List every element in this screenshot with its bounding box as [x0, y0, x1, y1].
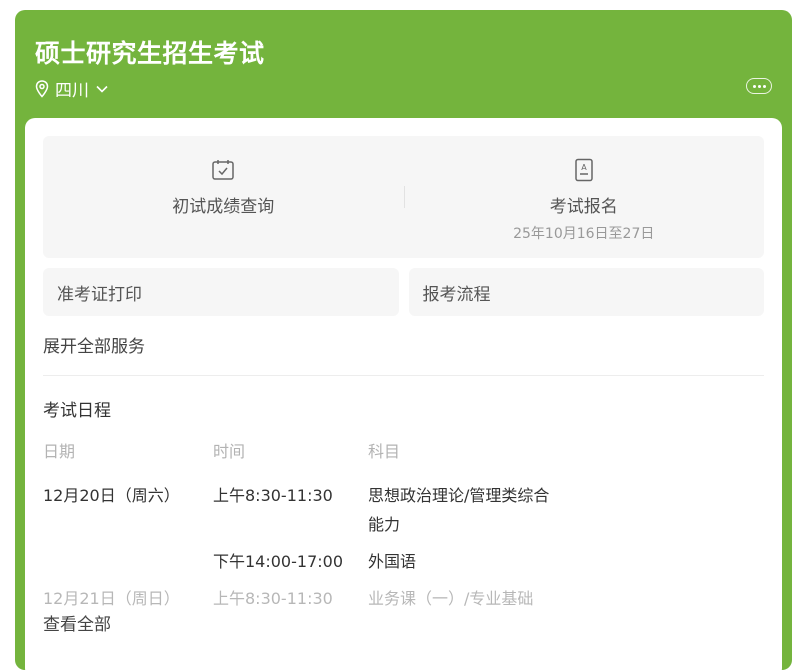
admission-ticket-print-button[interactable]: 准考证打印 [43, 268, 399, 316]
more-dots-icon[interactable] [746, 78, 772, 94]
application-process-button[interactable]: 报考流程 [408, 268, 764, 316]
calendar-check-icon [211, 158, 235, 182]
registration-dates: 25年10月16日至27日 [513, 226, 655, 242]
divider [43, 375, 764, 376]
row1-subject: 思想政治理论/管理类综合能力 [368, 486, 550, 534]
row3-subject: 业务课（一）/专业基础 [368, 589, 534, 608]
schedule-title: 考试日程 [43, 401, 111, 421]
exam-card-frame: 硕士研究生招生考试 四川 初试成绩查询 A 考试报名 25年10月16日至27日… [15, 10, 792, 670]
score-query-button[interactable]: 初试成绩查询 [43, 136, 404, 258]
registration-label: 考试报名 [549, 197, 618, 217]
page-title: 硕士研究生招生考试 [35, 39, 265, 68]
document-icon: A [574, 158, 594, 182]
expand-services-link[interactable]: 展开全部服务 [43, 332, 145, 357]
registration-button[interactable]: A 考试报名 25年10月16日至27日 [404, 136, 765, 258]
view-all-link[interactable]: 查看全部 [43, 608, 343, 635]
subject-column-header: 科目 [368, 442, 401, 461]
row2-time: 下午14:00-17:00 [213, 552, 343, 571]
location-pin-icon [35, 79, 49, 98]
time-column-header: 时间 [213, 442, 246, 461]
score-query-label: 初试成绩查询 [172, 197, 275, 217]
chevron-down-icon [95, 84, 109, 94]
row2-subject: 外国语 [368, 552, 417, 571]
location-selector[interactable]: 四川 [35, 76, 109, 101]
row1-time: 上午8:30-11:30 [213, 486, 333, 505]
location-label: 四川 [55, 81, 89, 101]
svg-text:A: A [581, 163, 587, 172]
row1-date: 12月20日（周六） [43, 486, 180, 505]
primary-services: 初试成绩查询 A 考试报名 25年10月16日至27日 [43, 136, 764, 258]
date-column-header: 日期 [43, 442, 76, 461]
services-card: 初试成绩查询 A 考试报名 25年10月16日至27日 准考证打印 报考流程 展… [25, 118, 782, 670]
secondary-services: 准考证打印 报考流程 [43, 268, 764, 316]
